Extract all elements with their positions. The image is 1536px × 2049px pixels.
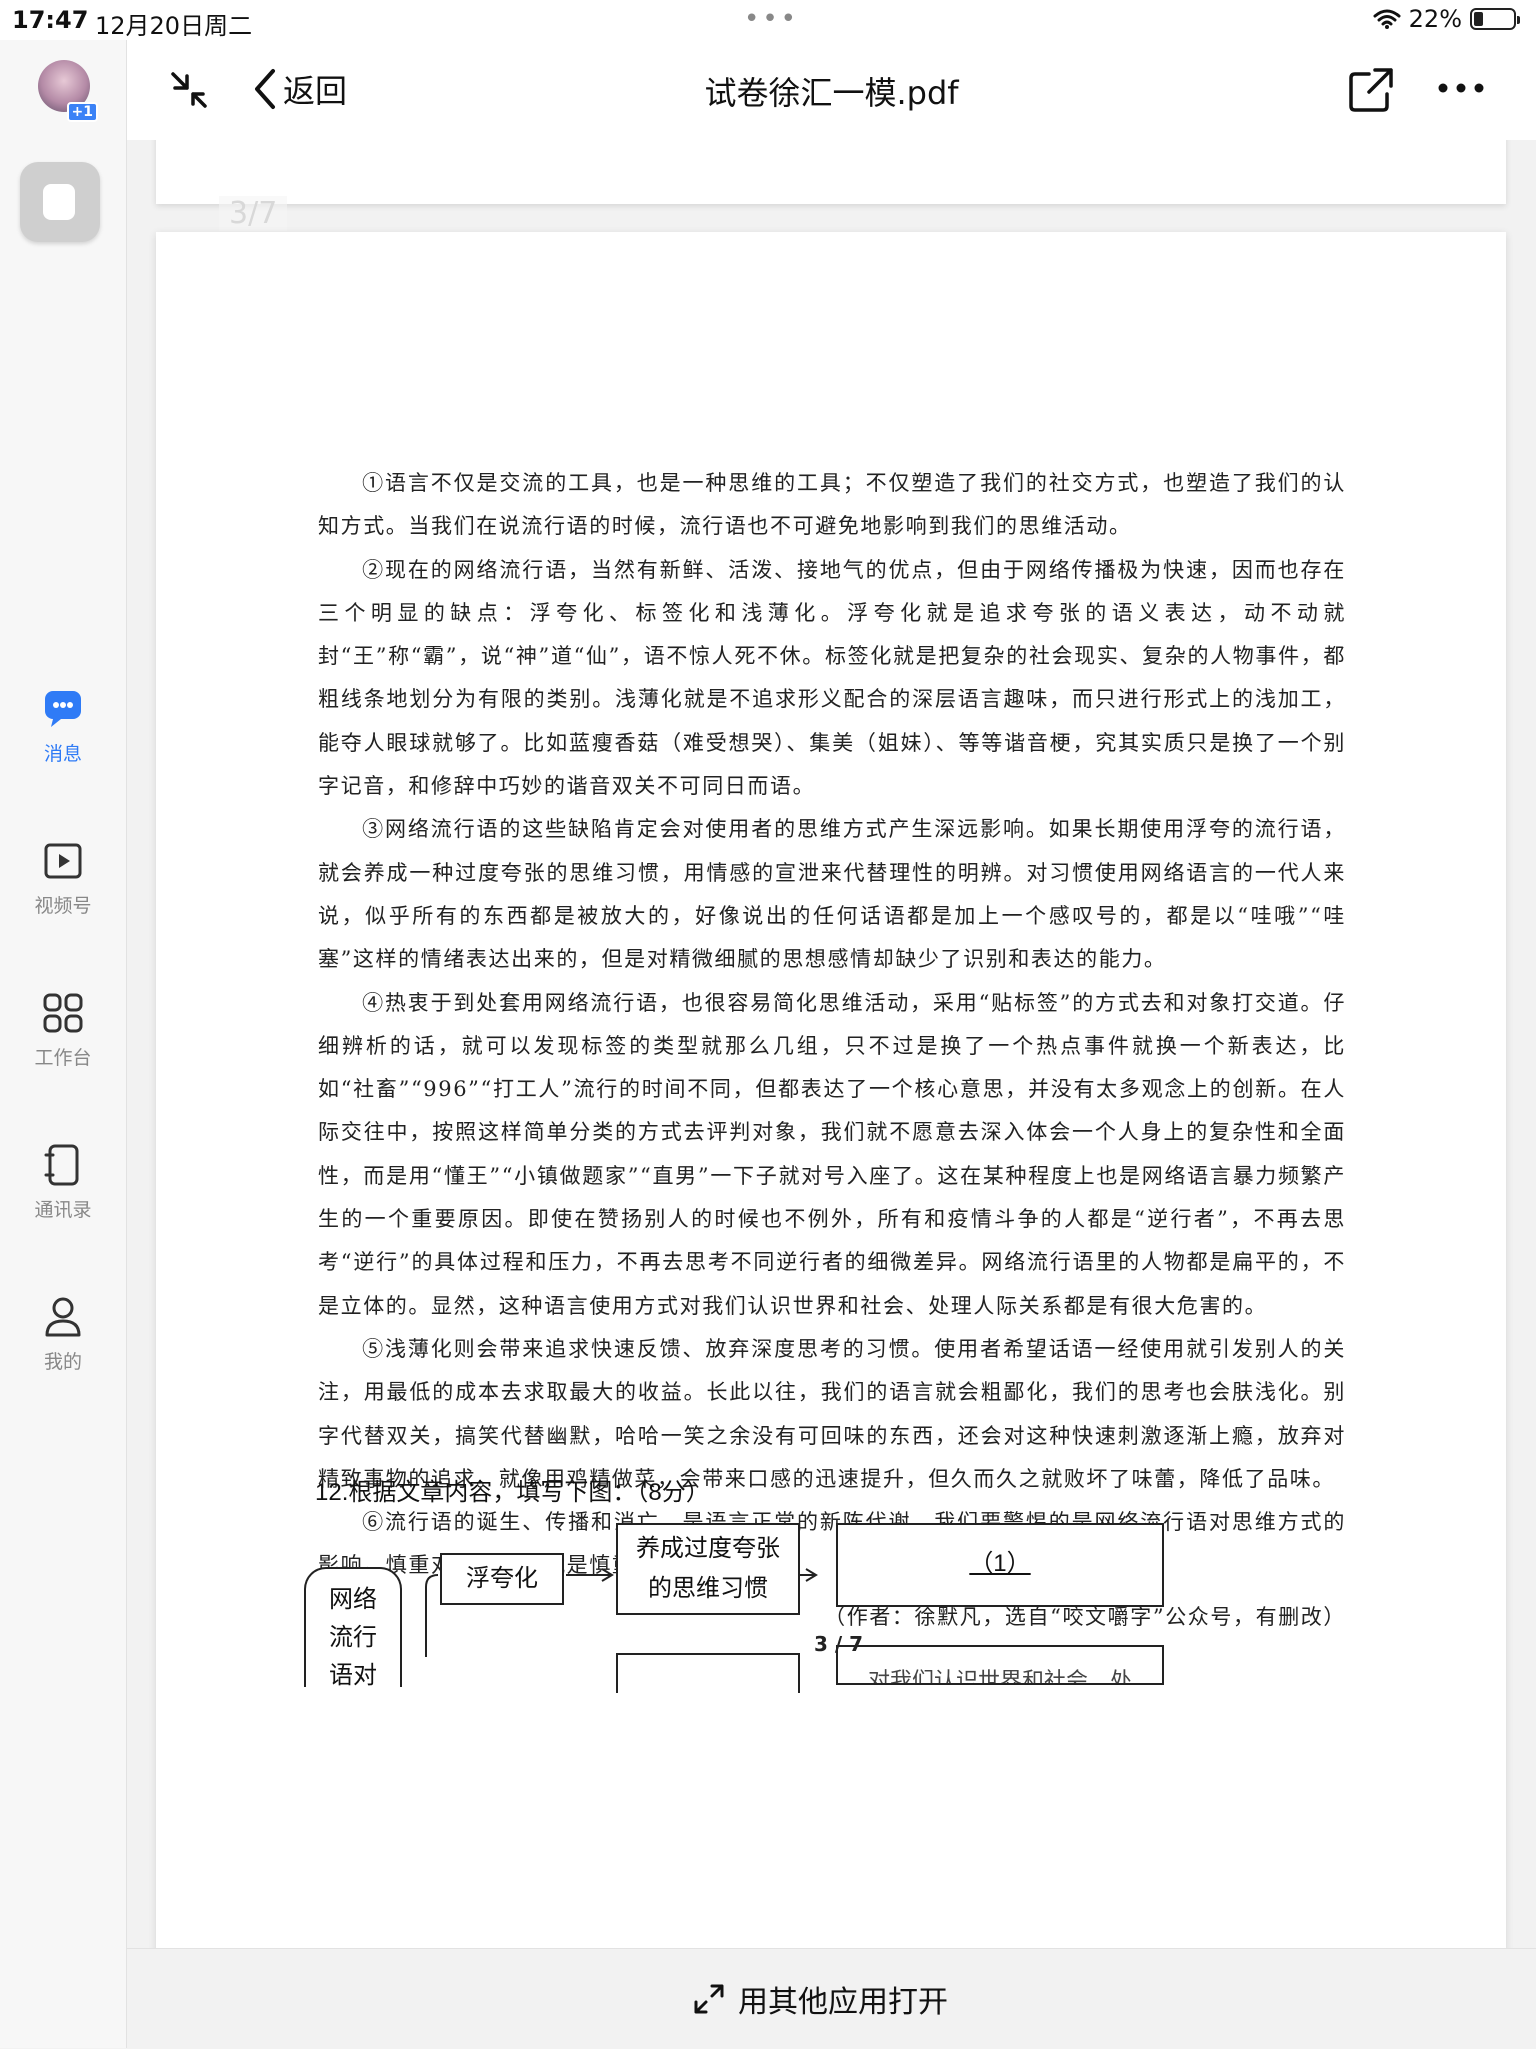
chat-icon (45, 691, 81, 727)
workbench-grid-icon (43, 993, 83, 1033)
paragraph-4: ④热衷于到处套用网络流行语，也很容易简化思维活动，采用“贴标签”的方式去和对象打… (318, 990, 1346, 1318)
diagram-effect-box-2 (616, 1653, 800, 1693)
status-date: 12月20日周二 (95, 12, 253, 40)
answer-blank-1: （1） (969, 1550, 1031, 1577)
sidebar-item-label: 消息 (43, 743, 82, 765)
sidebar-item-contacts[interactable]: 通讯录 (0, 1141, 126, 1222)
share-icon[interactable] (1347, 66, 1395, 114)
battery-icon (1470, 8, 1520, 30)
diagram-effect-box: 养成过度夸张 的思维习惯 (616, 1523, 800, 1615)
diagram-answer-box-2: 对我们认识世界和社会、处 (836, 1645, 1164, 1685)
question-12: 12.根据文章内容，填写下图：（8分） (315, 1479, 710, 1506)
window-switch-button[interactable] (20, 162, 100, 242)
previous-page-edge (156, 140, 1506, 204)
contacts-book-icon (44, 1144, 79, 1186)
viewer-header: 返回 试卷徐汇一模.pdf (127, 40, 1536, 140)
root-line: 网络 (329, 1586, 377, 1613)
expand-arrows-icon (694, 1984, 724, 2014)
pdf-page: ①语言不仅是交流的工具，也是一种思维的工具；不仅塑造了我们的社交方式，也塑造了我… (156, 232, 1506, 1948)
paragraph-1: ①语言不仅是交流的工具，也是一种思维的工具；不仅塑造了我们的社交方式，也塑造了我… (318, 471, 1346, 539)
sidebar-item-label: 工作台 (34, 1047, 92, 1069)
sidebar-item-label: 通讯录 (34, 1199, 92, 1221)
back-label: 返回 (283, 72, 348, 110)
article-body: ①语言不仅是交流的工具，也是一种思维的工具；不仅塑造了我们的社交方式，也塑造了我… (318, 462, 1346, 1639)
diagram-root-box: 网络 流行 语对 (304, 1567, 402, 1689)
root-line: 语对 (329, 1662, 377, 1689)
open-with-other-app-button[interactable]: 用其他应用打开 (692, 1977, 948, 2021)
diagram-answer-box-1: （1） (836, 1523, 1164, 1607)
avatar[interactable]: +1 (38, 60, 98, 122)
effect-line: 的思维习惯 (648, 1575, 768, 1602)
back-button[interactable]: 返回 (253, 66, 347, 112)
sidebar-item-label: 我的 (43, 1351, 82, 1373)
avatar-badge: +1 (66, 102, 98, 122)
status-time: 17:47 (12, 6, 89, 34)
paragraph-3: ③网络流行语的这些缺陷肯定会对使用者的思维方式产生深远影响。如果长期使用浮夸的流… (318, 817, 1346, 972)
sidebar-item-label: 视频号 (34, 895, 92, 917)
multitask-dots-icon[interactable]: ••• (744, 4, 799, 34)
more-icon[interactable] (1437, 80, 1485, 96)
root-line: 流行 (329, 1624, 377, 1651)
sidebar-item-video-channel[interactable]: 视频号 (0, 837, 126, 918)
chevron-left-icon (255, 69, 275, 109)
battery-percent: 22% (1408, 5, 1462, 33)
effect-line: 养成过度夸张 (636, 1535, 780, 1562)
open-with-label: 用其他应用打开 (738, 1985, 948, 2020)
wifi-icon (1373, 9, 1401, 29)
profile-icon (45, 1297, 81, 1337)
sidebar-item-workbench[interactable]: 工作台 (0, 989, 126, 1070)
page-indicator-overlay: 3/7 (219, 196, 288, 231)
bottom-bar: 用其他应用打开 (127, 1948, 1536, 2049)
pdf-viewer[interactable]: 3/7 ①语言不仅是交流的工具，也是一种思维的工具；不仅塑造了我们的社交方式，也… (127, 140, 1536, 1948)
page-number: 3 / 7 (814, 1632, 864, 1656)
status-right: 22% (1373, 5, 1520, 33)
sidebar-item-messages[interactable]: 消息 (0, 685, 126, 766)
status-bar: 17:47 12月20日周二 ••• 22% (0, 0, 1536, 40)
sidebar: +1 消息 视频号 工作台 通讯录 我的 (0, 40, 127, 2048)
video-channel-icon (44, 843, 82, 879)
diagram-branch-box: 浮夸化 (440, 1553, 564, 1605)
paragraph-2: ②现在的网络流行语，当然有新鲜、活泼、接地气的优点，但由于网络传播极为快速，因而… (318, 557, 1346, 799)
sidebar-item-me[interactable]: 我的 (0, 1293, 126, 1374)
partial-answer-text: 对我们认识世界和社会、处 (867, 1668, 1132, 1685)
collapse-icon[interactable] (167, 68, 211, 112)
branch-label: 浮夸化 (466, 1565, 538, 1592)
